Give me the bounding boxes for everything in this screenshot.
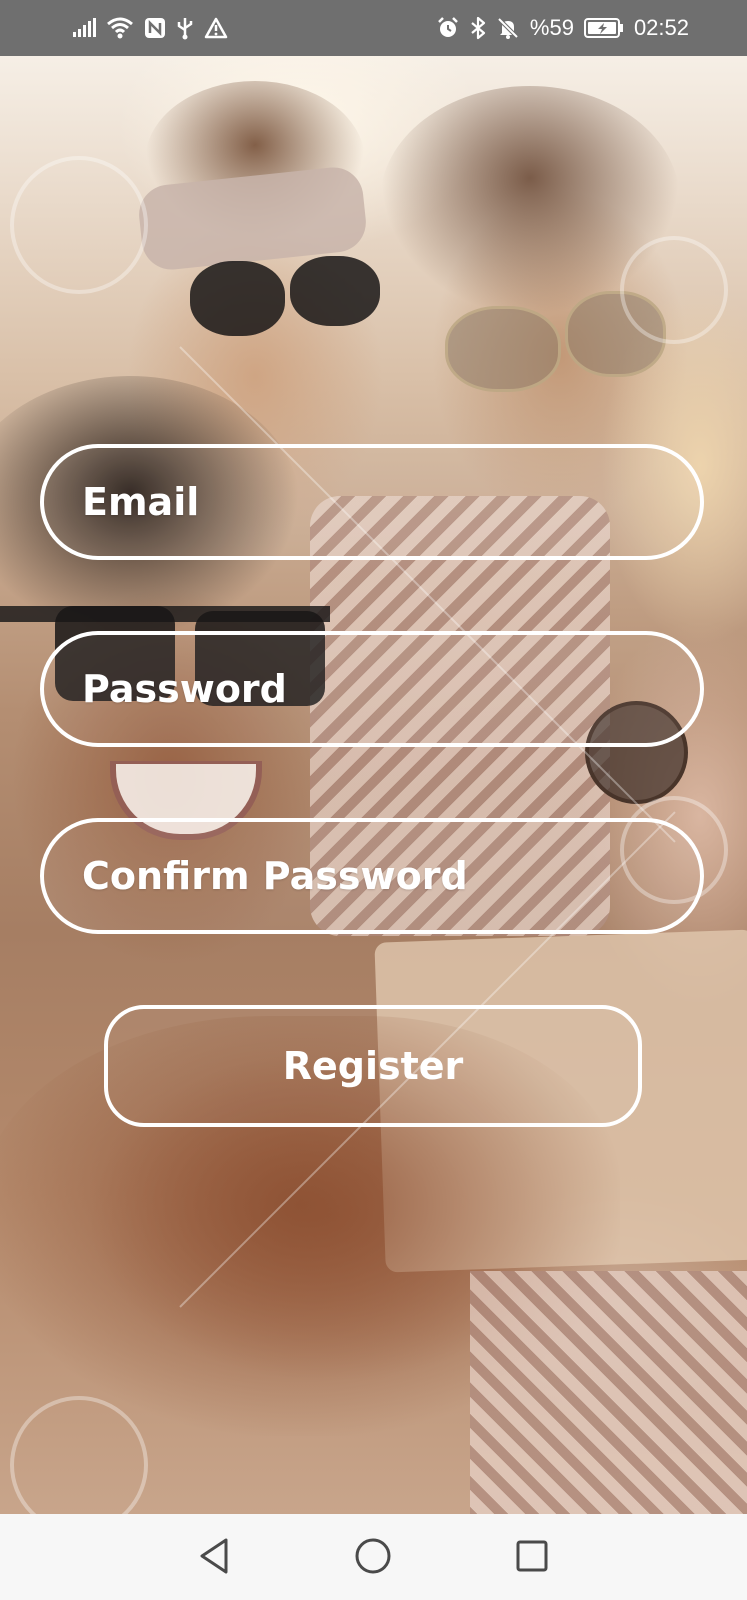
password-field[interactable]: Password — [40, 631, 704, 747]
status-bar: %59 02:52 — [0, 0, 747, 56]
background-photo — [0, 56, 747, 1514]
status-right-group: %59 02:52 — [436, 14, 689, 42]
home-button[interactable] — [349, 1534, 397, 1582]
photo-detail — [445, 306, 561, 392]
email-placeholder: Email — [82, 480, 200, 524]
confirm-password-field[interactable]: Confirm Password — [40, 818, 704, 934]
confirm-password-placeholder: Confirm Password — [82, 854, 468, 898]
signal-icon — [72, 14, 96, 42]
navigation-bar — [0, 1514, 747, 1600]
back-icon — [197, 1537, 231, 1580]
warning-icon — [204, 14, 228, 42]
usb-icon — [176, 14, 194, 42]
home-icon — [354, 1537, 392, 1580]
watermark — [10, 156, 148, 294]
nfc-icon — [144, 14, 166, 42]
alarm-icon — [436, 14, 460, 42]
clock: 02:52 — [633, 15, 689, 40]
watermark — [620, 236, 728, 344]
password-placeholder: Password — [82, 667, 287, 711]
email-field[interactable]: Email — [40, 444, 704, 560]
recent-apps-button[interactable] — [508, 1534, 556, 1582]
bell-off-icon — [496, 14, 520, 42]
battery-charging-icon — [583, 14, 624, 42]
register-button-label: Register — [282, 1044, 464, 1088]
photo-detail — [190, 261, 285, 336]
register-button[interactable]: Register — [104, 1005, 642, 1127]
wifi-icon — [106, 14, 134, 42]
photo-detail — [290, 256, 380, 326]
recent-apps-icon — [515, 1539, 549, 1578]
status-left-group — [72, 14, 228, 42]
watermark — [10, 1396, 148, 1514]
bluetooth-icon — [470, 14, 486, 42]
back-button[interactable] — [190, 1534, 238, 1582]
photo-detail — [470, 1271, 747, 1514]
battery-percent: %59 — [529, 15, 574, 40]
